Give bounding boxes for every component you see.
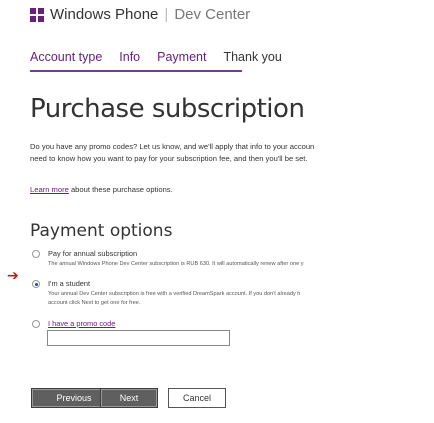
intro-text: Do you have any promo codes? Let us know… [30,141,434,165]
intro-line: Do you have any promo codes? Let us know… [30,142,315,151]
learn-more-text: Learn more about these purchase options. [30,185,173,194]
option-annual-label: Pay for annual subscription [48,250,138,258]
radio-student[interactable] [32,280,40,288]
option-student-label: I'm a student [48,280,91,288]
option-promo-label[interactable]: I have a promo code [48,320,115,328]
wizard-steps: Account type Info Payment Thank you [30,50,299,70]
wizard-progress-bar [30,70,242,72]
red-arrow-icon: ➔ [7,267,19,283]
option-promo[interactable]: I have a promo code [32,320,434,330]
windows-logo-icon [30,7,44,22]
next-button[interactable]: Next [100,388,158,408]
cancel-button[interactable]: Cancel [168,388,226,408]
tab-thank-you: Thank you [223,50,282,64]
tab-account-type[interactable]: Account type [30,50,102,70]
site-header: Windows Phone | Dev Center [30,6,250,23]
tab-payment[interactable]: Payment [157,50,206,70]
radio-promo[interactable] [32,320,40,328]
promo-code-input[interactable] [47,330,230,346]
option-student-desc: account click Next to get one for free. [48,300,141,306]
learn-more-link[interactable]: Learn more [30,185,69,194]
option-annual-desc: The annual Windows Phone Dev Center subs… [48,261,304,267]
brand-divider: | [164,6,169,23]
intro-line: need to know how you want to pay for you… [30,154,308,163]
option-student[interactable]: I'm a student Your annual Dev Center sub… [32,280,434,314]
page-title: Purchase subscription [30,94,305,124]
payment-options-heading: Payment options [30,221,173,241]
option-student-desc: Your annual Dev Center subscription is f… [48,291,301,297]
option-annual[interactable]: Pay for annual subscription The annual W… [32,250,434,272]
learn-more-rest: about these purchase options. [68,185,173,194]
brand-name: Windows Phone [50,6,159,23]
tab-info[interactable]: Info [119,50,140,70]
radio-annual[interactable] [32,250,40,258]
brand-section: Dev Center [174,6,251,23]
